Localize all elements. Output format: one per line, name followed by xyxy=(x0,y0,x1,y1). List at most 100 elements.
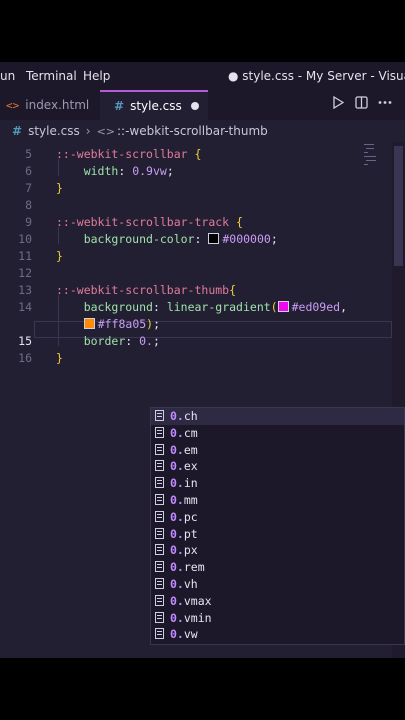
code-line[interactable]: 16} xyxy=(0,350,392,367)
suggestion-match: 0. xyxy=(170,459,184,474)
suggestion-label: 0.vmin xyxy=(170,610,212,627)
menu-help[interactable]: Help xyxy=(83,69,110,83)
suggestion-item[interactable]: 0.px xyxy=(151,542,404,559)
code-token: linear-gradient xyxy=(166,300,271,314)
suggestion-match: 0. xyxy=(170,425,184,440)
unit-icon xyxy=(155,494,164,505)
code-token: ::-webkit-scrollbar-track xyxy=(56,215,237,229)
code-line[interactable]: 11} xyxy=(0,248,392,265)
suggestion-item[interactable]: 0.cm xyxy=(151,425,404,442)
code-token: : xyxy=(125,334,140,348)
code-text: width: 0.9vw; xyxy=(56,163,174,180)
suggestion-unit: cm xyxy=(183,425,198,440)
code-token: } xyxy=(56,181,63,195)
indent-guide xyxy=(58,159,59,176)
line-number: 12 xyxy=(18,266,32,280)
suggestion-label: 0.in xyxy=(170,475,198,492)
code-token: , xyxy=(340,300,348,314)
line-number: 14 xyxy=(18,300,32,314)
code-text: } xyxy=(56,248,63,265)
tab-label: index.html xyxy=(25,98,90,112)
indent-guide xyxy=(58,295,59,346)
code-token: { xyxy=(194,147,202,161)
suggestion-unit: ch xyxy=(183,409,198,423)
code-line[interactable]: 12 xyxy=(0,265,392,282)
code-token: : xyxy=(118,164,133,178)
color-swatch-icon[interactable] xyxy=(208,233,220,244)
unit-icon xyxy=(155,426,164,438)
suggestion-unit: vmax xyxy=(183,593,212,608)
code-text: border: 0.; xyxy=(56,333,160,350)
breadcrumb-file[interactable]: style.css xyxy=(28,124,80,138)
suggestion-label: 0.vmax xyxy=(170,593,212,610)
code-text: } xyxy=(56,180,63,197)
code-token: ( xyxy=(270,300,278,314)
code-token: ; xyxy=(152,334,160,348)
color-swatch-icon[interactable] xyxy=(277,301,289,312)
code-token: 0.9vw xyxy=(132,164,167,178)
suggestion-label: 0.pc xyxy=(170,509,198,526)
code-token: ; xyxy=(166,164,174,178)
scrollbar-thumb[interactable] xyxy=(394,146,403,266)
color-swatch-icon[interactable] xyxy=(83,318,95,329)
suggestion-label: 0.vw xyxy=(170,626,198,643)
unit-icon xyxy=(155,510,164,522)
code-token: { xyxy=(229,283,237,297)
suggestion-item[interactable]: 0.vmin xyxy=(151,610,404,627)
code-token: background-color xyxy=(83,232,195,246)
code-line[interactable]: 7} xyxy=(0,180,392,197)
code-token: #000000 xyxy=(222,232,271,246)
suggestion-unit: em xyxy=(183,442,198,457)
menu-run[interactable]: un xyxy=(0,69,15,83)
suggestion-item[interactable]: 0.mm xyxy=(151,492,404,509)
code-token: ::-webkit-scrollbar xyxy=(56,147,195,161)
code-token: : xyxy=(152,300,167,314)
suggestion-item[interactable]: 0.rem xyxy=(151,559,404,576)
code-token: #ff8a05 xyxy=(97,317,147,331)
tab-index-html[interactable]: <> index.html xyxy=(0,90,100,120)
run-icon[interactable] xyxy=(332,95,345,113)
code-text: } xyxy=(56,350,63,367)
suggestion-item[interactable]: 0.vh xyxy=(151,576,404,593)
suggestion-item[interactable]: 0.pt xyxy=(151,526,404,543)
suggestion-match: 0. xyxy=(170,593,184,608)
suggestion-item[interactable]: 0.ch xyxy=(151,408,404,425)
suggestion-match: 0. xyxy=(170,509,184,524)
unit-icon xyxy=(155,578,164,589)
split-editor-icon[interactable] xyxy=(355,96,368,113)
suggestion-item[interactable]: 0.em xyxy=(151,442,404,459)
line-number: 6 xyxy=(25,164,32,178)
suggestion-match: 0. xyxy=(170,627,184,642)
menu-terminal[interactable]: Terminal xyxy=(26,69,77,83)
line-number: 15 xyxy=(18,334,32,348)
code-token: background xyxy=(83,300,153,314)
suggestion-item[interactable]: 0.ex xyxy=(151,458,404,475)
tab-style-css[interactable]: # style.css xyxy=(100,90,208,120)
unit-icon xyxy=(155,477,164,489)
suggestion-item[interactable]: 0.pc xyxy=(151,509,404,526)
suggestion-item[interactable]: 0.vw xyxy=(151,626,404,643)
suggestion-unit: pt xyxy=(183,526,198,541)
code-line[interactable]: 8 xyxy=(0,197,392,214)
suggestion-unit: ex xyxy=(183,459,198,474)
code-token: width xyxy=(83,164,119,178)
suggestion-item[interactable]: 0.vmax xyxy=(151,593,404,610)
unsaved-dot-icon[interactable] xyxy=(191,102,199,110)
unit-icon xyxy=(155,410,164,421)
suggestion-label: 0.pt xyxy=(170,526,198,543)
line-number: 16 xyxy=(18,351,32,365)
code-text: background-color: #000000; xyxy=(56,231,278,248)
suggestion-label: 0.ex xyxy=(170,458,198,475)
html-file-icon: <> xyxy=(6,98,20,112)
line-number: 13 xyxy=(18,283,32,297)
code-text: ::-webkit-scrollbar-thumb{ xyxy=(56,282,236,299)
suggestion-unit: vh xyxy=(183,577,198,591)
minimap[interactable] xyxy=(362,142,392,202)
suggestion-item[interactable]: 0.in xyxy=(151,475,404,492)
tab-label: style.css xyxy=(130,99,182,113)
unit-icon xyxy=(155,443,164,455)
breadcrumb-symbol[interactable]: ::-webkit-scrollbar-thumb xyxy=(117,124,268,138)
unit-icon xyxy=(155,527,164,539)
tab-bar: <> index.html # style.css xyxy=(0,90,405,120)
more-actions-icon[interactable] xyxy=(378,96,392,113)
